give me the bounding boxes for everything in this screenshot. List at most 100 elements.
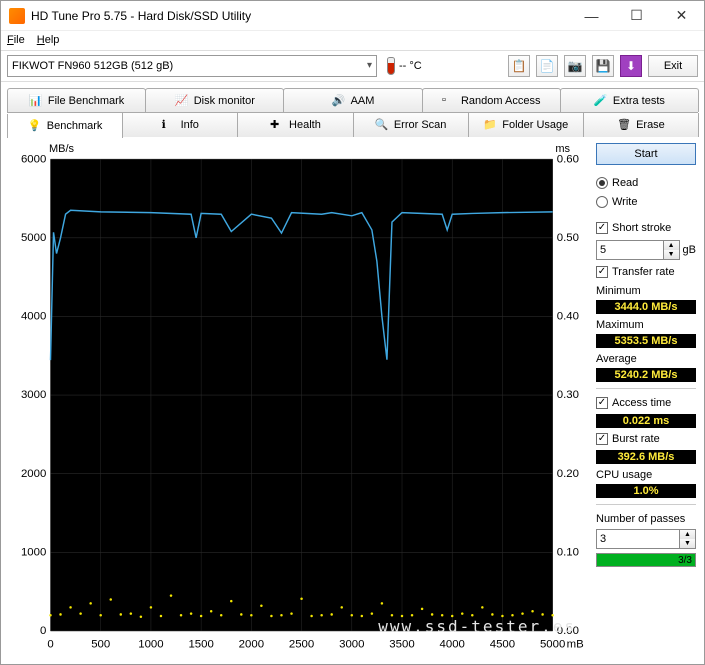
error-scan-icon: 🔍 xyxy=(375,118,389,132)
radio-icon xyxy=(596,196,608,208)
benchmark-controls: Start Read Write Short stroke 5▲▼ gB Tra… xyxy=(596,141,696,656)
short-stroke-unit: gB xyxy=(683,244,696,256)
tab-error-scan[interactable]: 🔍Error Scan xyxy=(353,113,469,137)
svg-text:2000: 2000 xyxy=(239,639,264,651)
speaker-icon: 🔊 xyxy=(332,94,346,108)
short-stroke-checkbox[interactable]: Short stroke xyxy=(596,220,696,236)
access-time-value: 0.022 ms xyxy=(596,414,696,428)
maximum-label: Maximum xyxy=(596,319,696,331)
screenshot-button[interactable]: 📷 xyxy=(564,55,586,77)
svg-text:4000: 4000 xyxy=(21,311,46,323)
tab-row-bottom: 💡Benchmark ℹInfo ✚Health 🔍Error Scan 📁Fo… xyxy=(7,113,698,137)
checkbox-icon xyxy=(596,266,608,278)
exit-button[interactable]: Exit xyxy=(648,55,698,77)
svg-text:0.10: 0.10 xyxy=(557,546,579,558)
svg-text:0.00: 0.00 xyxy=(557,625,579,637)
svg-text:0.60: 0.60 xyxy=(557,155,579,165)
tab-aam[interactable]: 🔊AAM xyxy=(283,88,422,112)
minimum-value: 3444.0 MB/s xyxy=(596,300,696,314)
read-radio[interactable]: Read xyxy=(596,175,696,191)
file-benchmark-icon: 📊 xyxy=(29,94,43,108)
temperature-indicator: -- °C xyxy=(387,57,422,75)
svg-text:0: 0 xyxy=(47,639,53,651)
radio-icon xyxy=(596,177,608,189)
write-radio[interactable]: Write xyxy=(596,194,696,210)
svg-text:3500: 3500 xyxy=(389,639,414,651)
save-button[interactable]: 💾 xyxy=(592,55,614,77)
checkbox-icon xyxy=(596,433,608,445)
y1-axis-label: MB/s xyxy=(49,143,74,155)
benchmark-chart: MB/s ms 0 500 1000 1500 2000 2500 3000 3500 4000… xyxy=(9,141,590,656)
svg-text:mB: mB xyxy=(567,639,584,651)
toolbar: FIKWOT FN960 512GB (512 gB) ▾ -- °C 📋 📄 … xyxy=(1,51,704,82)
svg-text:1500: 1500 xyxy=(188,639,213,651)
tab-health[interactable]: ✚Health xyxy=(237,113,353,137)
svg-text:0: 0 xyxy=(40,625,46,637)
average-label: Average xyxy=(596,353,696,365)
passes-input[interactable]: 3▲▼ xyxy=(596,529,696,549)
tab-erase[interactable]: 🗑Erase xyxy=(583,113,699,137)
burst-rate-value: 392.6 MB/s xyxy=(596,450,696,464)
title-bar: HD Tune Pro 5.75 - Hard Disk/SSD Utility… xyxy=(1,1,704,31)
svg-text:1000: 1000 xyxy=(21,546,46,558)
passes-progress: 3/3 xyxy=(596,553,696,567)
svg-text:4500: 4500 xyxy=(490,639,515,651)
svg-text:0.40: 0.40 xyxy=(557,311,579,323)
cpu-usage-label: CPU usage xyxy=(596,469,696,481)
health-icon: ✚ xyxy=(270,118,284,132)
erase-icon: 🗑 xyxy=(617,118,631,132)
tab-row-top: 📊File Benchmark 📈Disk monitor 🔊AAM ▫Rand… xyxy=(7,88,698,113)
start-button[interactable]: Start xyxy=(596,143,696,165)
svg-text:3000: 3000 xyxy=(339,639,364,651)
tab-benchmark[interactable]: 💡Benchmark xyxy=(7,114,123,138)
svg-text:1000: 1000 xyxy=(138,639,163,651)
minimum-label: Minimum xyxy=(596,285,696,297)
tab-file-benchmark[interactable]: 📊File Benchmark xyxy=(7,88,146,112)
svg-text:0.20: 0.20 xyxy=(557,468,579,480)
copy-screenshot-button[interactable]: 📄 xyxy=(536,55,558,77)
short-stroke-input[interactable]: 5▲▼ xyxy=(596,240,680,260)
benchmark-icon: 💡 xyxy=(28,119,42,133)
tab-folder-usage[interactable]: 📁Folder Usage xyxy=(468,113,584,137)
checkbox-icon xyxy=(596,222,608,234)
average-value: 5240.2 MB/s xyxy=(596,368,696,382)
svg-text:0.30: 0.30 xyxy=(557,389,579,401)
burst-rate-checkbox[interactable]: Burst rate xyxy=(596,431,696,447)
svg-text:6000: 6000 xyxy=(21,155,46,165)
random-icon: ▫ xyxy=(442,94,456,108)
maximum-value: 5353.5 MB/s xyxy=(596,334,696,348)
app-icon xyxy=(9,8,25,24)
chevron-down-icon: ▾ xyxy=(367,60,372,71)
tab-info[interactable]: ℹInfo xyxy=(122,113,238,137)
window-title: HD Tune Pro 5.75 - Hard Disk/SSD Utility xyxy=(31,9,569,23)
maximize-button[interactable]: ☐ xyxy=(614,1,659,31)
disk-monitor-icon: 📈 xyxy=(175,94,189,108)
info-icon: ℹ xyxy=(162,118,176,132)
minimize-button[interactable]: — xyxy=(569,1,614,31)
menu-help[interactable]: Help xyxy=(37,34,60,46)
svg-text:5000: 5000 xyxy=(540,639,565,651)
svg-text:5000: 5000 xyxy=(21,232,46,244)
passes-label: Number of passes xyxy=(596,513,696,525)
drive-select[interactable]: FIKWOT FN960 512GB (512 gB) ▾ xyxy=(7,55,377,77)
copy-info-button[interactable]: 📋 xyxy=(508,55,530,77)
temperature-value: -- °C xyxy=(399,60,422,72)
checkbox-icon xyxy=(596,397,608,409)
menu-file[interactable]: File xyxy=(7,34,25,46)
tab-random-access[interactable]: ▫Random Access xyxy=(422,88,561,112)
tab-disk-monitor[interactable]: 📈Disk monitor xyxy=(145,88,284,112)
cpu-usage-value: 1.0% xyxy=(596,484,696,498)
access-time-checkbox[interactable]: Access time xyxy=(596,395,696,411)
transfer-rate-checkbox[interactable]: Transfer rate xyxy=(596,264,696,280)
svg-text:2500: 2500 xyxy=(289,639,314,651)
y2-axis-label: ms xyxy=(555,143,570,155)
svg-text:500: 500 xyxy=(91,639,110,651)
options-button[interactable]: ⬇ xyxy=(620,55,642,77)
tab-extra-tests[interactable]: 🧪Extra tests xyxy=(560,88,699,112)
menu-bar: File Help xyxy=(1,31,704,51)
close-button[interactable]: ✕ xyxy=(659,1,704,31)
svg-text:2000: 2000 xyxy=(21,468,46,480)
svg-text:0.50: 0.50 xyxy=(557,232,579,244)
thermometer-icon xyxy=(387,57,395,75)
folder-icon: 📁 xyxy=(483,118,497,132)
